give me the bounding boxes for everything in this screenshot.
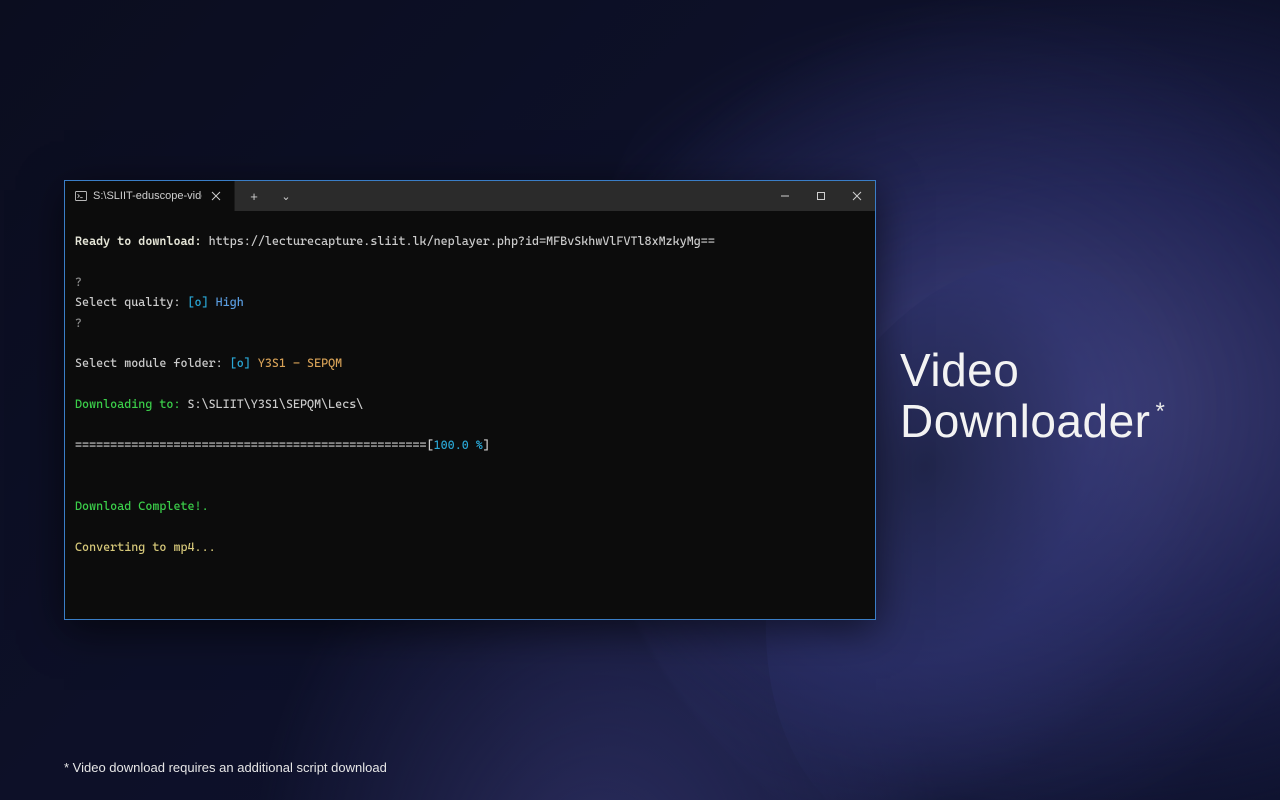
ready-label: Ready to download: xyxy=(75,234,209,248)
tab-title: S:\SLIIT-eduscope-video-downl xyxy=(93,190,202,202)
terminal-icon xyxy=(75,191,87,201)
module-option: [o] xyxy=(230,356,251,370)
quality-label: Select quality: xyxy=(75,295,188,309)
downloading-path: S:\SLIIT\Y3S1\SEPQM\Lecs\ xyxy=(188,397,364,411)
headline-line1: Video xyxy=(900,345,1160,396)
close-button[interactable] xyxy=(839,181,875,211)
tab-dropdown-button[interactable]: ⌄ xyxy=(271,181,301,211)
maximize-button[interactable] xyxy=(803,181,839,211)
module-label: Select module folder: xyxy=(75,356,230,370)
minimize-button[interactable] xyxy=(767,181,803,211)
headline-line2: Downloader xyxy=(900,395,1150,447)
module-value: Y3S1 - SEPQM xyxy=(251,356,342,370)
terminal-window: S:\SLIIT-eduscope-video-downl + ⌄ Ready … xyxy=(64,180,876,620)
converting-status: Converting to mp4... xyxy=(75,540,216,554)
quality-value: High xyxy=(209,295,244,309)
downloading-label: Downloading to: xyxy=(75,397,188,411)
download-url: https://lecturecapture.sliit.lk/neplayer… xyxy=(209,234,715,248)
terminal-output[interactable]: Ready to download: https://lecturecaptur… xyxy=(65,211,875,619)
progress-bar: ========================================… xyxy=(75,438,434,452)
terminal-tab[interactable]: S:\SLIIT-eduscope-video-downl xyxy=(65,181,235,211)
progress-bar-end: ] xyxy=(483,438,490,452)
progress-percent: 100.0 % xyxy=(434,438,483,452)
prompt: ? xyxy=(75,316,82,330)
feature-headline: Video Downloader* xyxy=(900,345,1160,446)
titlebar[interactable]: S:\SLIIT-eduscope-video-downl + ⌄ xyxy=(65,181,875,211)
new-tab-button[interactable]: + xyxy=(239,181,269,211)
tab-close-button[interactable] xyxy=(208,188,224,204)
asterisk-icon: * xyxy=(1155,398,1165,425)
download-complete: Download Complete!. xyxy=(75,499,209,513)
footnote: * Video download requires an additional … xyxy=(64,760,387,775)
quality-option: [o] xyxy=(188,295,209,309)
prompt: ? xyxy=(75,275,82,289)
